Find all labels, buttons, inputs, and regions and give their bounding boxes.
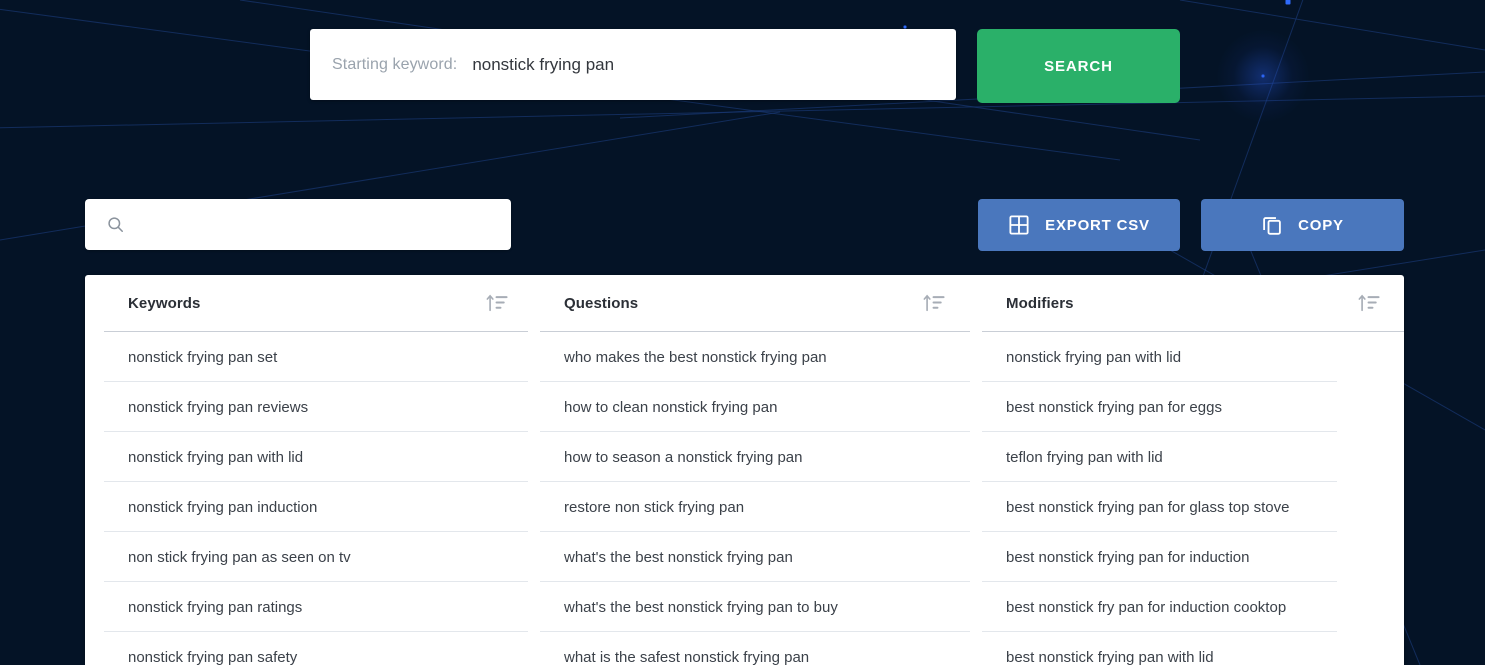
- table-row[interactable]: nonstick frying pan safety: [85, 632, 528, 665]
- column-header-questions: Questions: [528, 275, 970, 331]
- copy-icon: [1261, 214, 1283, 236]
- table-row[interactable]: nonstick frying pan reviews: [85, 382, 528, 432]
- column-header-label: Questions: [564, 295, 638, 312]
- sort-questions-button[interactable]: [923, 293, 945, 313]
- column-header-label: Keywords: [128, 295, 201, 312]
- table-row[interactable]: restore non stick frying pan: [528, 482, 970, 532]
- column-header-label: Modifiers: [1006, 295, 1074, 312]
- column-header-modifiers: Modifiers: [970, 275, 1404, 331]
- sort-keywords-button[interactable]: [486, 293, 508, 313]
- table-row[interactable]: nonstick frying pan induction: [85, 482, 528, 532]
- table-row[interactable]: best nonstick frying pan for glass top s…: [970, 482, 1404, 532]
- table-row[interactable]: best nonstick frying pan for eggs: [970, 382, 1404, 432]
- results-toolbar: EXPORT CSV COPY: [85, 199, 1404, 251]
- table-row[interactable]: nonstick frying pan with lid: [85, 432, 528, 482]
- table-row[interactable]: nonstick frying pan with lid: [970, 332, 1404, 382]
- starting-keyword-field[interactable]: Starting keyword: nonstick frying pan: [310, 29, 956, 100]
- table-row[interactable]: best nonstick frying pan for induction: [970, 532, 1404, 582]
- starting-keyword-value: nonstick frying pan: [472, 55, 614, 75]
- table-row[interactable]: what's the best nonstick frying pan to b…: [528, 582, 970, 632]
- table-row[interactable]: how to clean nonstick frying pan: [528, 382, 970, 432]
- table-grid-icon: [1008, 214, 1030, 236]
- table-row[interactable]: best nonstick fry pan for induction cook…: [970, 582, 1404, 632]
- filter-search-box[interactable]: [85, 199, 511, 250]
- column-keywords: Keywords nonstick frying pan setnonstick…: [85, 275, 528, 665]
- table-row[interactable]: teflon frying pan with lid: [970, 432, 1404, 482]
- table-row[interactable]: what's the best nonstick frying pan: [528, 532, 970, 582]
- starting-keyword-label: Starting keyword:: [332, 56, 457, 74]
- filter-search-input[interactable]: [135, 199, 511, 250]
- background-glow: [1217, 30, 1309, 122]
- export-csv-button[interactable]: EXPORT CSV: [978, 199, 1180, 251]
- table-row[interactable]: who makes the best nonstick frying pan: [528, 332, 970, 382]
- search-button[interactable]: SEARCH: [977, 29, 1180, 103]
- table-row[interactable]: best nonstick frying pan with lid: [970, 632, 1404, 665]
- keyword-search-form: Starting keyword: nonstick frying pan SE…: [310, 29, 956, 100]
- column-body-modifiers: nonstick frying pan with lidbest nonstic…: [970, 332, 1404, 665]
- results-table: Keywords nonstick frying pan setnonstick…: [85, 275, 1404, 665]
- export-csv-label: EXPORT CSV: [1045, 217, 1150, 234]
- column-modifiers: Modifiers nonstick frying pan with lidbe…: [970, 275, 1404, 665]
- table-row[interactable]: nonstick frying pan set: [85, 332, 528, 382]
- table-row[interactable]: how to season a nonstick frying pan: [528, 432, 970, 482]
- column-body-keywords: nonstick frying pan setnonstick frying p…: [85, 332, 528, 665]
- search-icon: [106, 215, 125, 234]
- table-row[interactable]: nonstick frying pan ratings: [85, 582, 528, 632]
- copy-button[interactable]: COPY: [1201, 199, 1404, 251]
- sort-modifiers-button[interactable]: [1358, 293, 1380, 313]
- table-row[interactable]: what is the safest nonstick frying pan: [528, 632, 970, 665]
- table-row[interactable]: non stick frying pan as seen on tv: [85, 532, 528, 582]
- column-body-questions: who makes the best nonstick frying panho…: [528, 332, 970, 665]
- column-questions: Questions who makes the best nonstick fr…: [528, 275, 970, 665]
- column-header-keywords: Keywords: [85, 275, 528, 331]
- copy-label: COPY: [1298, 217, 1344, 234]
